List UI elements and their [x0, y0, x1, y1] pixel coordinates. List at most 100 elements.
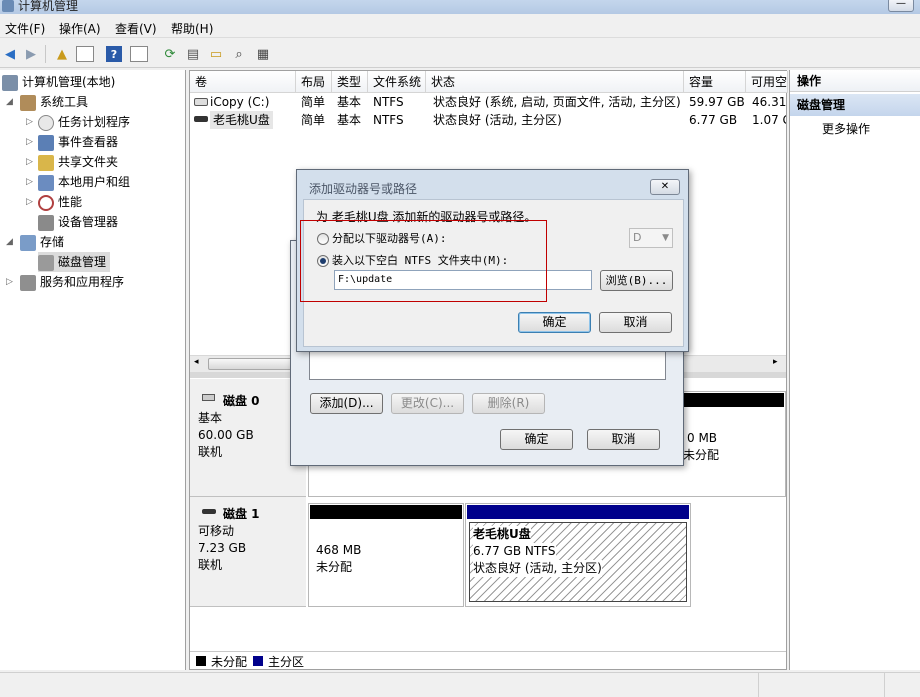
disk1-volume-status: 状态良好 (活动, 主分区) [473, 560, 602, 577]
expand-icon[interactable]: ▷ [26, 157, 33, 167]
change-button[interactable]: 更改(C)... [391, 393, 464, 414]
tree-item-storage[interactable]: 存储 [20, 232, 64, 252]
unallocated-bar [680, 393, 784, 407]
show-action-pane-icon[interactable] [130, 46, 148, 62]
column-header-volume[interactable]: 卷 [190, 71, 296, 93]
disk0-unalloc-label: 未分配 [683, 448, 720, 462]
dialog-title: 添加驱动器号或路径 [309, 182, 418, 196]
scrollbar-thumb[interactable] [208, 358, 298, 370]
ok-button[interactable]: 确定 [518, 312, 591, 333]
column-header-status[interactable]: 状态 [426, 71, 684, 93]
volume-filesystem: NTFS [373, 113, 404, 127]
expand-icon[interactable]: ▷ [6, 277, 13, 287]
disk-settings-icon[interactable]: ▦ [253, 44, 273, 64]
expand-icon[interactable]: ▷ [26, 197, 33, 207]
forward-icon[interactable]: ▶ [21, 44, 41, 64]
tree-item-performance[interactable]: 性能 [38, 192, 82, 212]
tree-label-performance: 性能 [58, 195, 83, 209]
drive-letter-value: D [633, 231, 642, 244]
chevron-down-icon: ▼ [662, 233, 669, 243]
volume-name: 老毛桃U盘 [210, 111, 273, 129]
disk1-name: 磁盘 1 [223, 507, 260, 521]
dialog-close-button[interactable]: ✕ [650, 179, 680, 195]
disk1-unallocated-partition[interactable]: 468 MB 未分配 [308, 503, 464, 607]
disk1-status: 联机 [198, 558, 223, 572]
help-icon[interactable]: ? [106, 46, 122, 62]
column-header-free[interactable]: 可用空 [746, 71, 788, 93]
menu-help[interactable]: 帮助(H) [171, 20, 213, 37]
tree-label-local-users: 本地用户和组 [58, 175, 131, 189]
disk1-info[interactable]: 磁盘 1 可移动 7.23 GB 联机 [190, 497, 306, 607]
volume-status: 状态良好 (活动, 主分区) [433, 113, 562, 127]
tree-item-services[interactable]: 服务和应用程序 [20, 272, 124, 292]
disk1-primary-partition[interactable]: 老毛桃U盘 6.77 GB NTFS 状态良好 (活动, 主分区) [465, 503, 691, 607]
volume-type: 基本 [337, 95, 362, 109]
tree-item-event-viewer[interactable]: 事件查看器 [38, 132, 118, 152]
menu-action[interactable]: 操作(A) [59, 20, 101, 37]
column-header-layout[interactable]: 布局 [296, 71, 332, 93]
tree-item-root[interactable]: 计算机管理(本地) [2, 72, 115, 92]
tree-item-device-manager[interactable]: 设备管理器 [38, 212, 118, 232]
add-button[interactable]: 添加(D)... [310, 393, 383, 414]
expand-icon[interactable]: ▷ [26, 137, 33, 147]
tree-item-system-tools[interactable]: 系统工具 [20, 92, 88, 112]
event-log-icon [38, 134, 54, 151]
show-tree-icon[interactable] [76, 46, 94, 62]
more-actions-link[interactable]: 更多操作 [822, 120, 870, 137]
volume-capacity: 6.77 GB [689, 113, 738, 127]
menu-view[interactable]: 查看(V) [115, 20, 157, 37]
disk0-info[interactable]: 磁盘 0 基本 60.00 GB 联机 [190, 379, 306, 497]
collapse-icon[interactable]: ◢ [6, 97, 13, 107]
search-icon[interactable]: ⌕ [229, 44, 249, 64]
back-icon[interactable]: ◀ [0, 44, 20, 64]
toolbar-separator [45, 45, 46, 63]
tree-label-task-scheduler: 任务计划程序 [58, 115, 131, 129]
tree-item-task-scheduler[interactable]: 任务计划程序 [38, 112, 130, 132]
outer-ok-button[interactable]: 确定 [500, 429, 573, 450]
shared-folder-icon [38, 154, 54, 171]
path-list[interactable] [309, 349, 666, 380]
volume-free: 1.07 G [752, 113, 786, 127]
column-header-type[interactable]: 类型 [332, 71, 368, 93]
collapse-icon[interactable]: ◢ [6, 237, 13, 247]
expand-icon[interactable]: ▷ [26, 177, 33, 187]
disk0-status: 联机 [198, 445, 223, 459]
refresh-icon[interactable]: ⟳ [160, 44, 180, 64]
disk0-unalloc-size: 0 MB [687, 431, 718, 445]
tree-label-disk-management: 磁盘管理 [58, 255, 107, 269]
outer-cancel-button[interactable]: 取消 [587, 429, 660, 450]
performance-icon [38, 194, 54, 211]
toolbar: ◀ ▶ ▲ ? ⟳ ▤ ▭ ⌕ ▦ [0, 40, 920, 68]
unallocated-bar [310, 505, 462, 519]
computer-icon [2, 74, 18, 91]
disk1-unalloc-size: 468 MB [316, 543, 362, 557]
up-folder-icon[interactable]: ▲ [52, 44, 72, 64]
minimize-button[interactable]: — [888, 0, 914, 12]
properties-icon[interactable]: ▤ [183, 44, 203, 64]
scroll-right-icon[interactable]: ▸ [773, 357, 778, 367]
tree-item-disk-management[interactable]: 磁盘管理 [38, 252, 111, 272]
tree-item-shared-folders[interactable]: 共享文件夹 [38, 152, 118, 172]
tree-label-root: 计算机管理(本地) [22, 75, 116, 89]
primary-partition-bar [467, 505, 689, 519]
actions-section-disk-management[interactable]: 磁盘管理 [790, 94, 920, 116]
expand-icon[interactable]: ▷ [26, 117, 33, 127]
tree-item-local-users[interactable]: 本地用户和组 [38, 172, 130, 192]
volume-free: 46.31 [752, 95, 786, 109]
open-folder-icon[interactable]: ▭ [206, 44, 226, 64]
cancel-button[interactable]: 取消 [599, 312, 672, 333]
browse-button[interactable]: 浏览(B)... [600, 270, 673, 291]
legend-unallocated-swatch [196, 656, 206, 666]
column-header-filesystem[interactable]: 文件系统 [368, 71, 426, 93]
disk1-unalloc-label: 未分配 [316, 560, 353, 574]
scroll-left-icon[interactable]: ◂ [194, 357, 199, 367]
drive-letter-select[interactable]: D ▼ [629, 228, 673, 248]
volume-type: 基本 [337, 113, 362, 127]
tree-label-event-viewer: 事件查看器 [58, 135, 119, 149]
menu-file[interactable]: 文件(F) [5, 20, 45, 37]
column-header-capacity[interactable]: 容量 [684, 71, 746, 93]
actions-header: 操作 [790, 70, 920, 92]
disk0-type: 基本 [198, 411, 223, 425]
remove-button[interactable]: 删除(R) [472, 393, 545, 414]
legend-primary-swatch [253, 656, 263, 666]
